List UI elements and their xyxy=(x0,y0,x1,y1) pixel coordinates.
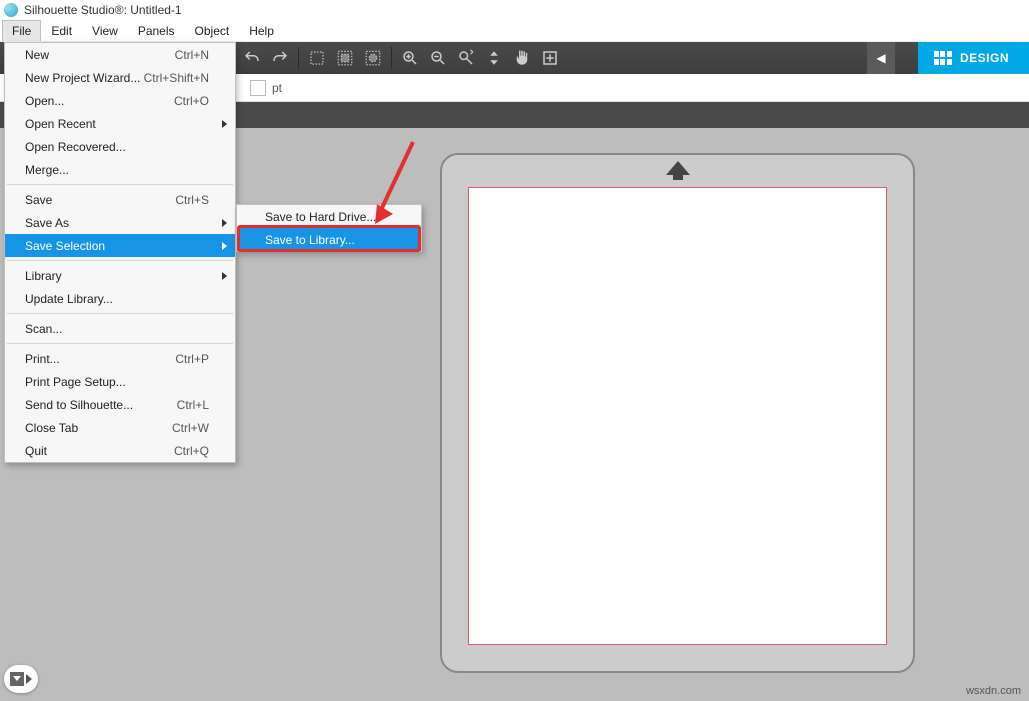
menu-view[interactable]: View xyxy=(82,20,128,41)
tab-prev-icon[interactable]: ◀ xyxy=(867,42,895,74)
save-selection-submenu: Save to Hard Drive... Save to Library... xyxy=(236,204,422,252)
grid-icon xyxy=(934,51,952,65)
zoom-fit-icon[interactable] xyxy=(480,44,508,72)
menu-update-library[interactable]: Update Library... xyxy=(5,287,235,310)
menu-object[interactable]: Object xyxy=(185,20,240,41)
tab-design[interactable]: DESIGN xyxy=(918,42,1029,74)
menu-open[interactable]: Open...Ctrl+O xyxy=(5,89,235,112)
menu-help[interactable]: Help xyxy=(239,20,284,41)
submenu-caret-icon xyxy=(222,219,227,227)
ellipse-select-icon[interactable] xyxy=(359,44,387,72)
fit-page-icon[interactable] xyxy=(536,44,564,72)
menu-send-to-silhouette[interactable]: Send to Silhouette...Ctrl+L xyxy=(5,393,235,416)
redo-icon[interactable] xyxy=(266,44,294,72)
submenu-save-library[interactable]: Save to Library... xyxy=(237,228,421,251)
design-page[interactable] xyxy=(468,187,887,645)
menu-open-recent[interactable]: Open Recent xyxy=(5,112,235,135)
menu-divider xyxy=(7,184,233,185)
app-icon xyxy=(4,3,18,17)
titlebar: Silhouette Studio®: Untitled-1 xyxy=(0,0,1029,20)
zoom-in-icon[interactable] xyxy=(396,44,424,72)
menu-edit[interactable]: Edit xyxy=(41,20,82,41)
page-thumb-icon xyxy=(10,672,24,686)
window-title: Silhouette Studio®: Untitled-1 xyxy=(24,3,182,17)
menu-panels[interactable]: Panels xyxy=(128,20,185,41)
file-dropdown: NewCtrl+N New Project Wizard...Ctrl+Shif… xyxy=(4,42,236,463)
page-tabs-button[interactable] xyxy=(4,665,38,693)
menu-merge[interactable]: Merge... xyxy=(5,158,235,181)
submenu-caret-icon xyxy=(222,120,227,128)
menu-library[interactable]: Library xyxy=(5,264,235,287)
menu-divider xyxy=(7,260,233,261)
option-swatch[interactable] xyxy=(250,80,266,96)
menu-save-selection[interactable]: Save Selection xyxy=(5,234,235,257)
tab-design-label: DESIGN xyxy=(960,51,1009,65)
menu-quit[interactable]: QuitCtrl+Q xyxy=(5,439,235,462)
select-icon[interactable] xyxy=(303,44,331,72)
feed-arrow-icon xyxy=(666,161,690,175)
undo-icon[interactable] xyxy=(238,44,266,72)
menu-new-project-wizard[interactable]: New Project Wizard...Ctrl+Shift+N xyxy=(5,66,235,89)
menubar: File Edit View Panels Object Help xyxy=(0,20,1029,42)
menu-print[interactable]: Print...Ctrl+P xyxy=(5,347,235,370)
cutting-mat xyxy=(440,153,915,673)
zoom-slider-icon[interactable] xyxy=(452,44,480,72)
submenu-caret-icon xyxy=(222,272,227,280)
menu-divider xyxy=(7,313,233,314)
zoom-out-icon[interactable] xyxy=(424,44,452,72)
marquee-icon[interactable] xyxy=(331,44,359,72)
menu-divider xyxy=(7,343,233,344)
menu-save[interactable]: SaveCtrl+S xyxy=(5,188,235,211)
submenu-save-hard-drive[interactable]: Save to Hard Drive... xyxy=(237,205,421,228)
submenu-caret-icon xyxy=(222,242,227,250)
watermark: wsxdn.com xyxy=(966,685,1021,697)
separator xyxy=(391,47,392,69)
option-unit: pt xyxy=(272,81,282,95)
menu-new[interactable]: NewCtrl+N xyxy=(5,43,235,66)
menu-file[interactable]: File xyxy=(2,20,41,41)
menu-save-as[interactable]: Save As xyxy=(5,211,235,234)
separator xyxy=(298,47,299,69)
pan-icon[interactable] xyxy=(508,44,536,72)
menu-page-setup[interactable]: Print Page Setup... xyxy=(5,370,235,393)
menu-close-tab[interactable]: Close TabCtrl+W xyxy=(5,416,235,439)
menu-scan[interactable]: Scan... xyxy=(5,317,235,340)
menu-open-recovered[interactable]: Open Recovered... xyxy=(5,135,235,158)
expand-icon xyxy=(26,674,32,684)
